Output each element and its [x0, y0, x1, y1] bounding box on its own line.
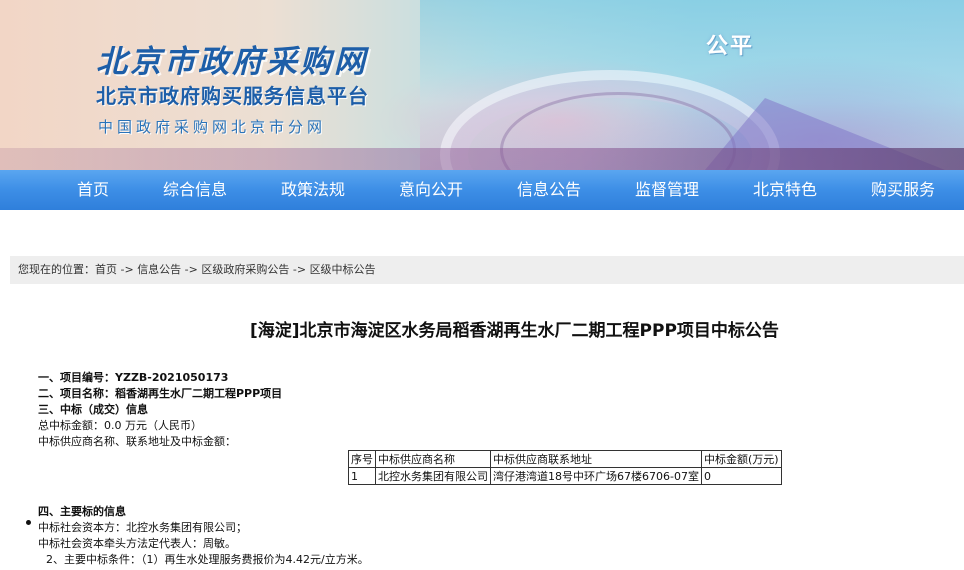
table-row: 1 北控水务集团有限公司 湾仔港湾道18号中环广场67楼6706-07室 0: [348, 467, 782, 485]
cell-award-amount: 0: [700, 467, 782, 485]
breadcrumb-line: 您现在的位置：首页 -> 信息公告 -> 区级政府采购公告 -> 区级中标公告: [18, 256, 376, 284]
nav-purchase-services[interactable]: 购买服务: [871, 170, 935, 210]
table-header-row: 序号 中标供应商名称 中标供应商联系地址 中标金额(万元): [348, 450, 782, 468]
site-subtitle: 北京市政府购买服务信息平台: [96, 84, 369, 108]
breadcrumb-district-award[interactable]: 区级中标公告: [310, 263, 376, 276]
cell-index: 1: [348, 467, 376, 485]
breadcrumb-separator: ->: [289, 263, 310, 276]
col-header-supplier-name: 中标供应商名称: [375, 450, 491, 468]
site-title: 北京市政府采购网: [96, 44, 368, 80]
breadcrumb-home[interactable]: 首页: [95, 263, 117, 276]
breadcrumb-announcements[interactable]: 信息公告: [137, 263, 181, 276]
header-banner: 北京市政府采购网 北京市政府购买服务信息平台 中国政府采购网北京市分网 公平: [0, 0, 964, 170]
nav-announcements[interactable]: 信息公告: [517, 170, 581, 210]
article-title: [海淀]北京市海淀区水务局稻香湖再生水厂二期工程PPP项目中标公告: [250, 321, 779, 341]
site-subtitle-branch: 中国政府采购网北京市分网: [98, 118, 327, 136]
main-award-condition: 2、主要中标条件：（1）再生水处理服务费报价为4.42元/立方米。: [46, 553, 369, 566]
award-info-heading: 三、中标（成交）信息: [38, 403, 148, 416]
breadcrumb-separator: ->: [181, 263, 202, 276]
col-header-supplier-address: 中标供应商联系地址: [490, 450, 702, 468]
col-header-index: 序号: [348, 450, 376, 468]
breadcrumb-district-procurement[interactable]: 区级政府采购公告: [201, 263, 289, 276]
legal-representative: 中标社会资本牵头方法定代表人：周敏。: [38, 537, 236, 550]
winning-capital-party: 中标社会资本方：北控水务集团有限公司；: [38, 521, 247, 534]
banner-ground-art: [0, 148, 964, 170]
award-table: 序号 中标供应商名称 中标供应商联系地址 中标金额(万元) 1 北控水务集团有限…: [348, 450, 782, 485]
cell-supplier-address: 湾仔港湾道18号中环广场67楼6706-07室: [490, 467, 702, 485]
banner-slogan: 公平: [706, 34, 755, 59]
breadcrumb-prefix: 您现在的位置：: [18, 263, 95, 276]
total-award-amount: 总中标金额：0.0 万元（人民币）: [38, 419, 202, 432]
project-name: 二、项目名称：稻香湖再生水厂二期工程PPP项目: [38, 387, 283, 400]
nav-home[interactable]: 首页: [77, 170, 109, 210]
project-number: 一、项目编号：YZZB-2021050173: [38, 371, 229, 384]
nav-intent-disclosure[interactable]: 意向公开: [399, 170, 463, 210]
nav-general-info[interactable]: 综合信息: [163, 170, 227, 210]
breadcrumb: 您现在的位置：首页 -> 信息公告 -> 区级政府采购公告 -> 区级中标公告: [10, 256, 964, 284]
breadcrumb-separator: ->: [117, 263, 138, 276]
cell-supplier-name: 北控水务集团有限公司: [375, 467, 491, 485]
supplier-intro: 中标供应商名称、联系地址及中标金额：: [38, 435, 236, 448]
main-subject-heading: 四、主要标的信息: [38, 505, 126, 518]
nav-beijing-features[interactable]: 北京特色: [753, 170, 817, 210]
bullet-icon: [26, 520, 31, 525]
nav-supervision[interactable]: 监督管理: [635, 170, 699, 210]
nav-policies[interactable]: 政策法规: [281, 170, 345, 210]
col-header-award-amount: 中标金额(万元): [700, 450, 782, 468]
main-nav: 首页 综合信息 政策法规 意向公开 信息公告 监督管理 北京特色 购买服务: [0, 170, 964, 210]
